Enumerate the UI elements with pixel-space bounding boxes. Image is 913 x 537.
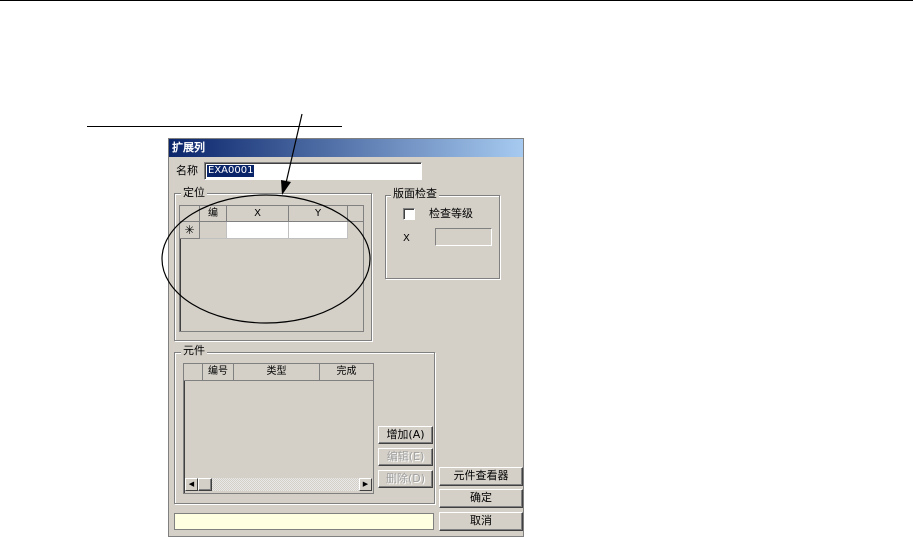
horizontal-scrollbar[interactable] <box>185 478 372 491</box>
column-header-y[interactable]: Y <box>289 206 348 222</box>
component-viewer-button[interactable]: 元件查看器 <box>439 467 523 486</box>
column-header-x[interactable]: X <box>227 206 289 222</box>
column-header-done[interactable]: 完成 <box>320 364 373 381</box>
positioning-group-title: 定位 <box>181 186 207 199</box>
column-header-index[interactable]: 编 <box>200 206 227 222</box>
callout-underline <box>87 126 342 127</box>
new-row-marker: ✳ <box>180 222 200 239</box>
check-level-checkbox[interactable] <box>403 208 415 220</box>
grid-cell-y[interactable] <box>289 222 348 239</box>
name-field[interactable]: EXA0001 <box>204 162 422 180</box>
column-header-filler <box>348 206 363 222</box>
grid-cell-index[interactable] <box>200 222 227 239</box>
edit-button[interactable]: 编辑(E) <box>378 448 433 466</box>
components-group-title: 元件 <box>181 344 207 357</box>
delete-button[interactable]: 删除(D) <box>378 470 433 488</box>
name-label: 名称 <box>176 164 198 177</box>
scroll-thumb[interactable] <box>198 478 212 491</box>
column-header-type[interactable]: 类型 <box>234 364 320 381</box>
x-value-field <box>435 228 492 246</box>
status-field <box>174 513 434 530</box>
add-button[interactable]: 增加(A) <box>378 426 433 444</box>
components-corner-cell <box>184 364 203 381</box>
grid-cell-x[interactable] <box>227 222 289 239</box>
layout-check-group-title: 版面检查 <box>391 187 439 200</box>
scroll-right-icon[interactable]: ▶ <box>359 478 372 491</box>
cancel-button[interactable]: 取消 <box>439 512 523 531</box>
components-grid[interactable]: 编号 类型 完成 ◀ ▶ <box>183 363 374 494</box>
x-label: X <box>403 233 410 244</box>
check-level-label: 检查等级 <box>429 207 473 220</box>
column-header-number[interactable]: 编号 <box>203 364 234 381</box>
extension-column-dialog: 扩展列 名称 EXA0001 定位 编 X Y ✳ 版面检查 检查等级 X 元件… <box>168 138 524 537</box>
grid-corner-cell <box>180 206 200 222</box>
name-value: EXA0001 <box>207 165 255 177</box>
page-top-rule <box>0 0 913 1</box>
positioning-grid[interactable]: 编 X Y ✳ <box>179 205 364 332</box>
dialog-title: 扩展列 <box>169 139 523 157</box>
scroll-left-icon[interactable]: ◀ <box>185 478 198 491</box>
ok-button[interactable]: 确定 <box>439 489 523 508</box>
